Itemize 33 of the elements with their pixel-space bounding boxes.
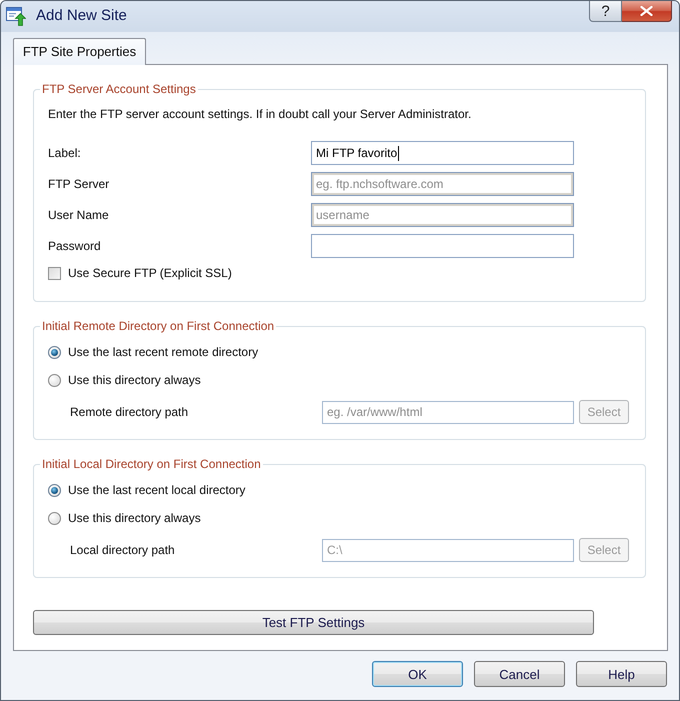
radio-button[interactable] [48, 512, 61, 524]
window-arrow-icon [6, 6, 26, 26]
field-label: Label: [48, 146, 82, 160]
radio-button[interactable] [48, 374, 61, 386]
field-label: Remote directory path [70, 405, 190, 419]
dialog-button[interactable]: Help [576, 661, 667, 687]
field-label: FTP Server [48, 177, 110, 191]
group-title: Initial Remote Directory on First Connection [41, 319, 276, 333]
field-label: User Name [48, 208, 110, 222]
close-icon [640, 6, 653, 16]
help-button[interactable]: ? [589, 1, 622, 22]
window-title: Add New Site [36, 6, 127, 26]
group-title: FTP Server Account Settings [41, 82, 197, 96]
radio-label[interactable]: Use this directory always [68, 373, 201, 387]
input-field[interactable] [311, 234, 574, 258]
dialog-button[interactable]: OK [372, 661, 463, 687]
text-cursor-icon [398, 146, 400, 160]
tab[interactable]: FTP Site Properties [13, 38, 146, 65]
field-label: Password [48, 239, 102, 253]
checkbox[interactable] [48, 266, 61, 280]
radio-label[interactable]: Use the last recent local directory [68, 483, 246, 497]
close-button[interactable] [622, 1, 672, 22]
group-title: Initial Local Directory on First Connection [41, 457, 262, 471]
radio-button[interactable] [48, 346, 61, 358]
checkbox-label[interactable]: Use Secure FTP (Explicit SSL) [68, 266, 232, 280]
radio-label[interactable]: Use the last recent remote directory [68, 345, 258, 359]
radio-label[interactable]: Use this directory always [68, 511, 201, 525]
instruction-text: Enter the FTP server account settings. If in doubt call your Server Administrator. [48, 106, 472, 122]
test-settings-button[interactable]: Test FTP Settings [33, 610, 594, 635]
dialog-button[interactable]: Cancel [474, 661, 565, 687]
radio-button[interactable] [48, 484, 61, 496]
field-label: Local directory path [70, 543, 176, 557]
input-field[interactable]: Mi FTP favorito [311, 141, 574, 165]
